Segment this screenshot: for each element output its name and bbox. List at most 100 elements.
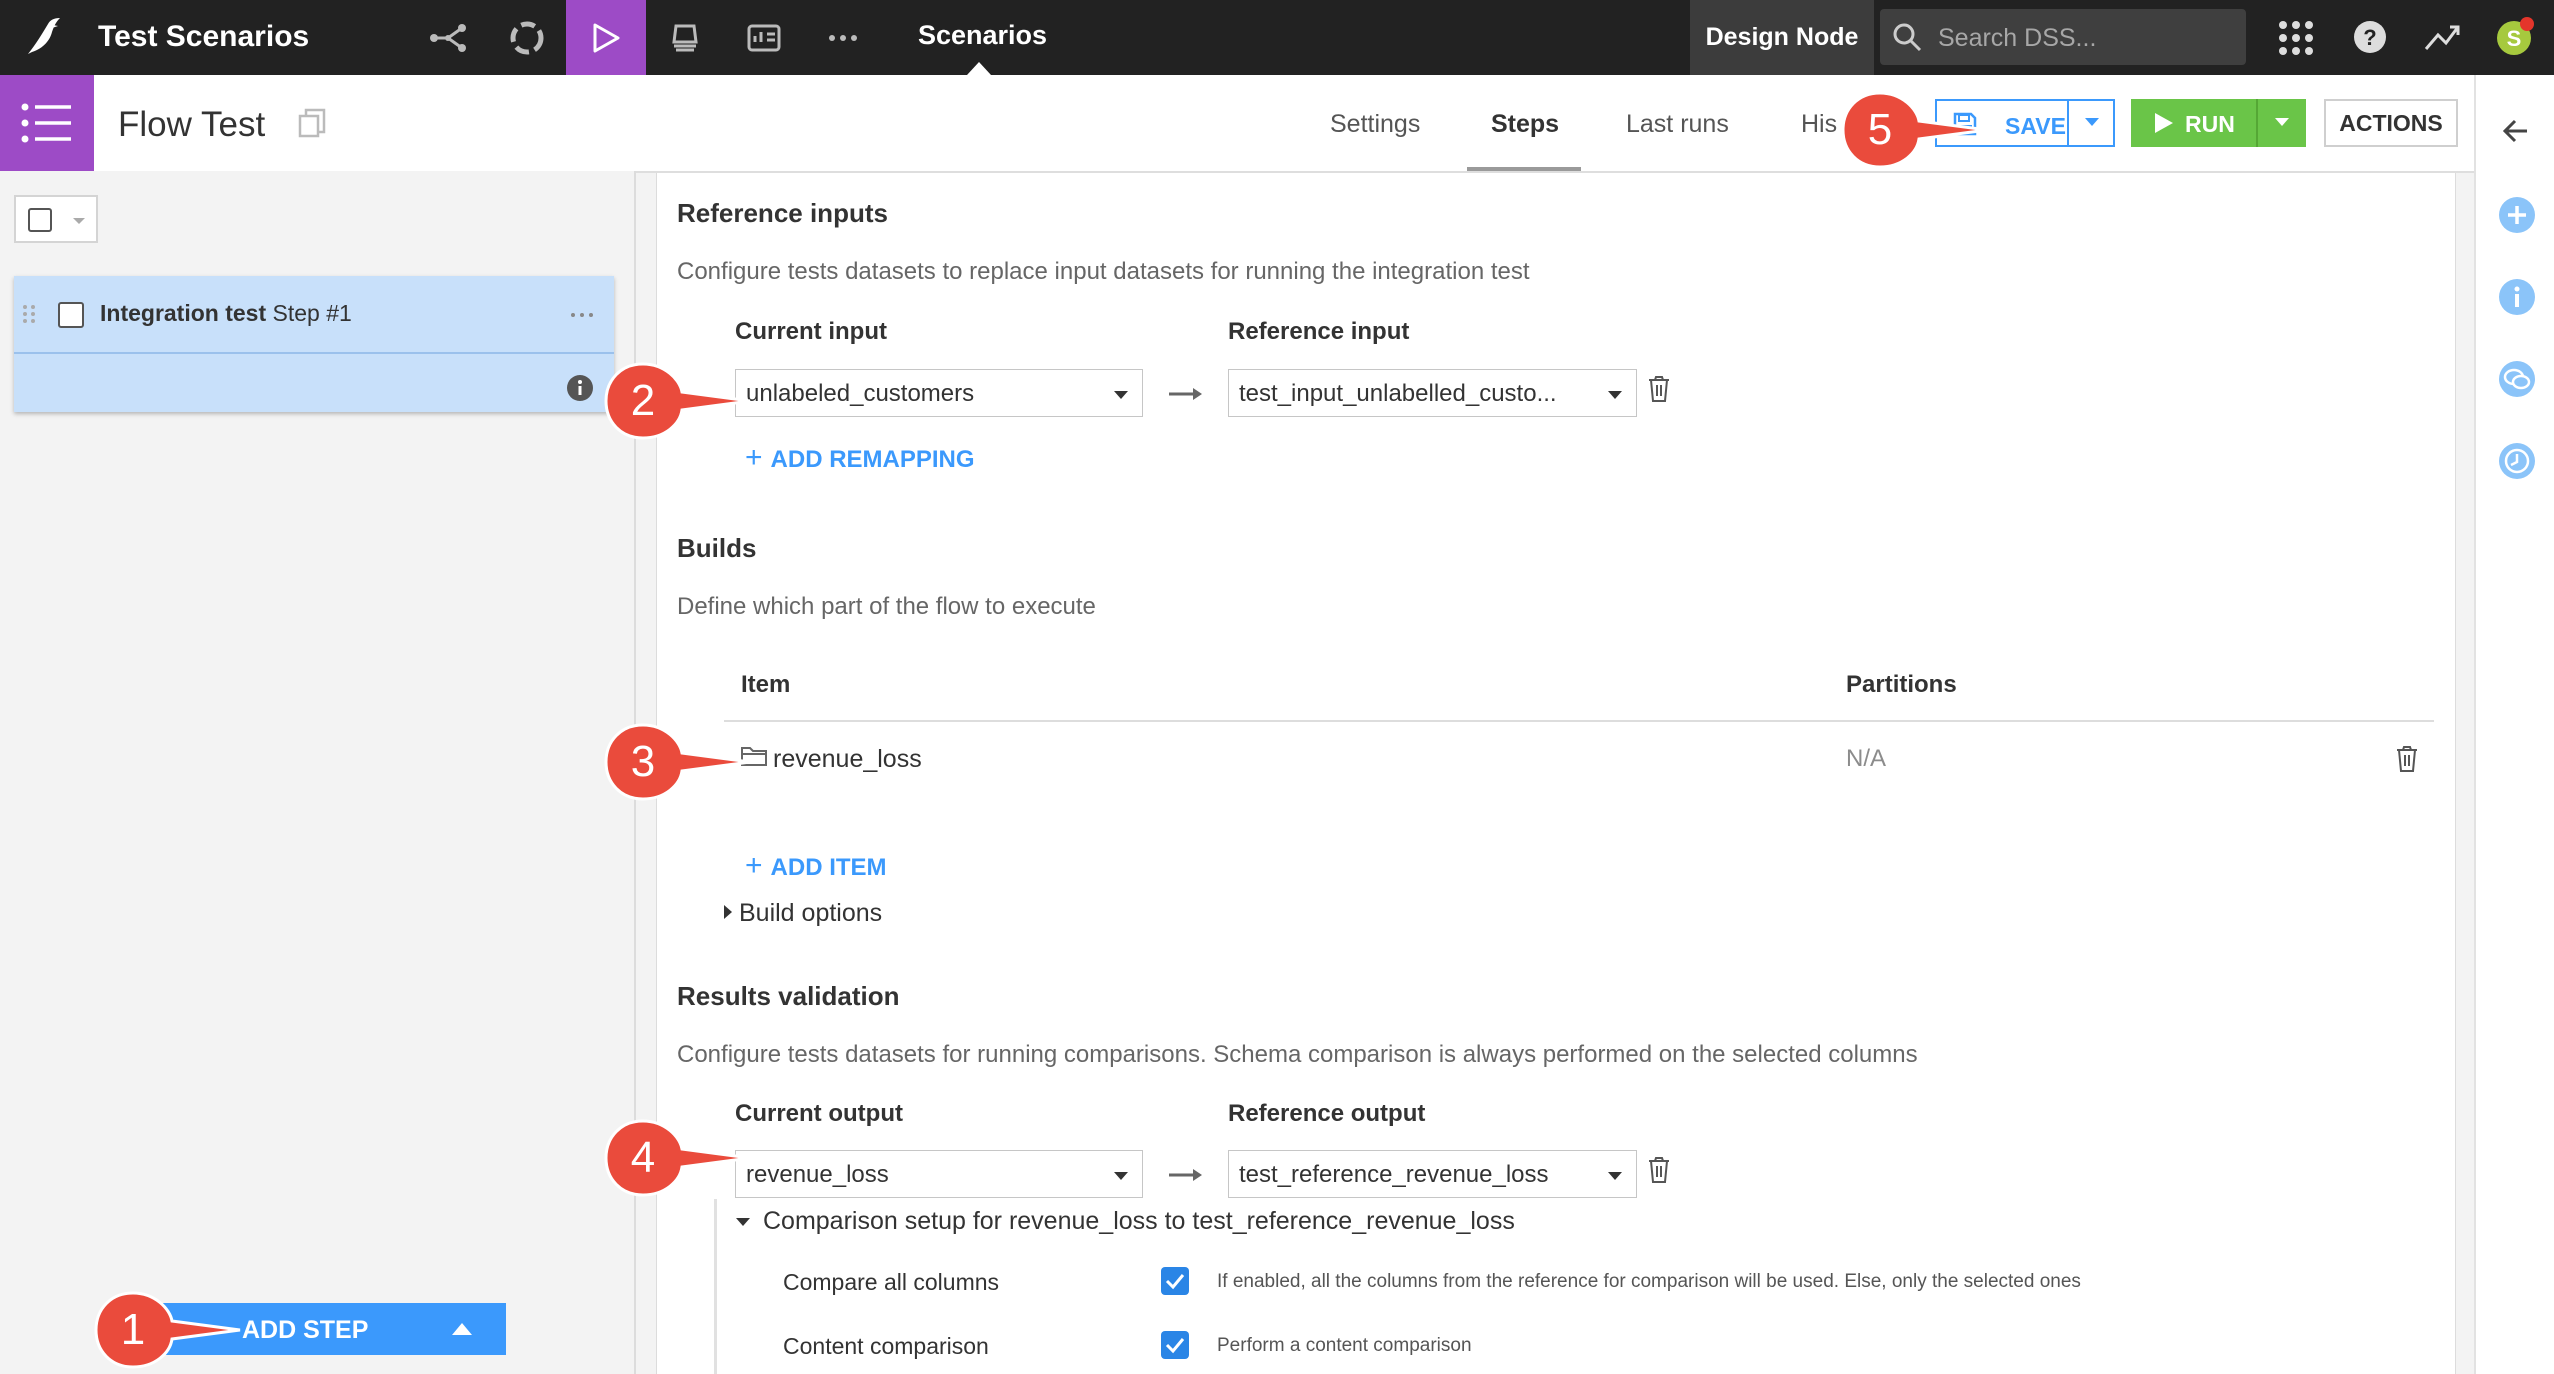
comparison-block-border	[714, 1199, 717, 1374]
copy-icon[interactable]	[298, 108, 326, 138]
step-card[interactable]: Integration test Step #1	[14, 276, 614, 412]
current-output-label: Current output	[735, 1100, 903, 1127]
tab-history[interactable]: His	[1801, 110, 1837, 139]
avatar[interactable]: S	[2494, 16, 2536, 58]
step-number-label: Step #1	[272, 300, 352, 326]
caret-down-icon	[2275, 118, 2289, 126]
step-name[interactable]: Integration test Step #1	[100, 300, 352, 327]
plus-icon: +	[745, 849, 763, 882]
caret-down-icon	[736, 1218, 750, 1226]
caret-right-icon	[724, 905, 732, 919]
callout-number: 4	[630, 1133, 656, 1182]
run-label: RUN	[2185, 111, 2235, 137]
info-circle-icon[interactable]	[2497, 277, 2537, 317]
build-item-name[interactable]: revenue_loss	[773, 745, 922, 774]
callout-number: 3	[630, 737, 656, 786]
more-icon[interactable]	[803, 0, 883, 75]
compare-all-columns-hint: If enabled, all the columns from the ref…	[1217, 1271, 2081, 1292]
save-label: SAVE	[2005, 113, 2066, 139]
reference-output-select[interactable]: test_reference_revenue_loss	[1228, 1150, 1637, 1198]
compare-all-columns-label: Compare all columns	[783, 1269, 1000, 1295]
builds-title: Builds	[677, 533, 757, 563]
chat-icon[interactable]	[2497, 359, 2537, 399]
content-comparison-hint: Perform a content comparison	[1217, 1335, 1472, 1356]
compare-all-columns-checkbox[interactable]	[1161, 1267, 1189, 1295]
help-icon[interactable]: ?	[2352, 19, 2388, 55]
actions-button[interactable]: ACTIONS	[2324, 99, 2458, 147]
back-arrow-icon[interactable]	[2497, 111, 2537, 151]
deploy-icon[interactable]	[645, 0, 725, 75]
caret-down-icon	[1608, 391, 1622, 399]
activity-icon[interactable]	[2424, 21, 2462, 53]
build-item-partitions: N/A	[1846, 745, 1887, 772]
caret-down-icon	[2085, 118, 2099, 126]
search-input[interactable]	[1936, 19, 2240, 57]
build-options-label: Build options	[739, 899, 883, 927]
tab-steps[interactable]: Steps	[1491, 110, 1559, 139]
steps-menu-button[interactable]	[0, 75, 94, 171]
scenario-name[interactable]: Flow Test	[118, 105, 265, 145]
tab-settings[interactable]: Settings	[1330, 110, 1420, 139]
add-circle-icon[interactable]	[2497, 195, 2537, 235]
svg-text:S: S	[2507, 26, 2522, 51]
add-step-label: ADD STEP	[242, 1316, 369, 1344]
add-item-button[interactable]: + ADD ITEM	[745, 849, 887, 883]
apps-grid-icon[interactable]	[2278, 20, 2314, 56]
trash-icon[interactable]	[1647, 1156, 1671, 1184]
current-output-select[interactable]: revenue_loss	[735, 1150, 1143, 1198]
project-title[interactable]: Test Scenarios	[98, 20, 309, 54]
current-input-value: unlabeled_customers	[746, 380, 975, 407]
add-remapping-button[interactable]: + ADD REMAPPING	[745, 441, 975, 475]
partitions-column-header: Partitions	[1846, 671, 1957, 698]
caret-down-icon[interactable]	[72, 217, 86, 225]
tab-last-runs[interactable]: Last runs	[1626, 110, 1729, 139]
search-box[interactable]	[1880, 9, 2246, 65]
save-dropdown-button[interactable]	[2067, 99, 2117, 147]
caret-down-icon	[1608, 1172, 1622, 1180]
content-comparison-checkbox[interactable]	[1161, 1331, 1189, 1359]
logo-bird-icon[interactable]	[22, 14, 66, 58]
add-item-label: ADD ITEM	[770, 854, 887, 881]
active-section-label[interactable]: Scenarios	[918, 20, 1047, 51]
current-output-value: revenue_loss	[746, 1161, 889, 1188]
select-all-checkbox[interactable]	[14, 195, 98, 243]
callout-number: 1	[120, 1305, 146, 1354]
trash-icon[interactable]	[2395, 745, 2419, 773]
step-checkbox[interactable]	[58, 302, 84, 328]
check-icon	[1165, 1338, 1185, 1354]
history-icon[interactable]	[2497, 441, 2537, 481]
reference-input-select[interactable]: test_input_unlabelled_custo...	[1228, 369, 1637, 417]
play-icon	[2155, 113, 2173, 133]
callout-number: 2	[630, 376, 656, 425]
content-comparison-label: Content comparison	[783, 1333, 989, 1359]
lab-icon[interactable]	[487, 0, 567, 75]
play-icon[interactable]	[566, 0, 646, 75]
svg-text:?: ?	[2363, 25, 2376, 50]
comparison-setup-title: Comparison setup for revenue_loss to tes…	[763, 1207, 1515, 1235]
active-section-caret	[967, 62, 991, 75]
flow-icon[interactable]	[408, 0, 488, 75]
results-validation-title: Results validation	[677, 981, 900, 1011]
current-input-select[interactable]: unlabeled_customers	[735, 369, 1143, 417]
more-options-icon[interactable]	[570, 312, 594, 318]
run-dropdown-button[interactable]	[2256, 99, 2306, 147]
drag-handle-icon[interactable]	[22, 304, 36, 324]
menu-icon	[21, 103, 71, 143]
run-button[interactable]: RUN	[2131, 99, 2257, 147]
plus-icon: +	[745, 441, 763, 474]
current-input-label: Current input	[735, 318, 887, 345]
scenario-header-bar: Flow Test Settings Steps Last runs His S…	[0, 75, 2474, 173]
dashboard-icon[interactable]	[724, 0, 804, 75]
info-icon[interactable]	[566, 374, 594, 402]
design-node-label[interactable]: Design Node	[1690, 0, 1874, 75]
trash-icon[interactable]	[1647, 375, 1671, 403]
caret-down-icon	[1114, 391, 1128, 399]
active-tab-indicator	[1467, 167, 1581, 171]
reference-inputs-title: Reference inputs	[677, 198, 888, 228]
arrow-right-icon	[1169, 1169, 1202, 1181]
reference-output-label: Reference output	[1228, 1100, 1426, 1127]
checkbox[interactable]	[28, 208, 52, 232]
right-rail	[2474, 75, 2554, 1374]
callout-number: 5	[1867, 105, 1893, 154]
search-icon	[1893, 23, 1922, 52]
